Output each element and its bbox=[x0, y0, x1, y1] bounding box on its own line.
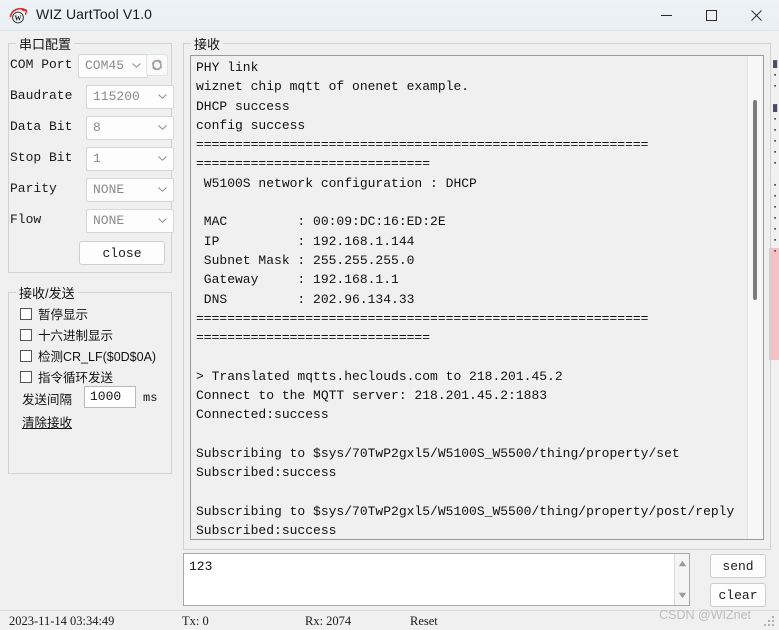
triangle-down-icon[interactable] bbox=[678, 591, 687, 600]
checkbox-label: 指令循环发送 bbox=[38, 367, 113, 386]
status-reset-button[interactable]: Reset bbox=[410, 614, 438, 629]
checkbox-detect-crlf[interactable]: 检测CR_LF($0D$0A) bbox=[20, 346, 156, 365]
baudrate-value: 115200 bbox=[93, 89, 140, 104]
serial-config-title: 串口配置 bbox=[16, 34, 74, 53]
stop-bit-value: 1 bbox=[93, 151, 101, 166]
baudrate-label: Baudrate bbox=[10, 88, 72, 103]
send-scrollbar[interactable] bbox=[674, 554, 689, 605]
status-rx-count: Rx: 2074 bbox=[305, 614, 351, 629]
receive-textarea[interactable]: PHY link wiznet chip mqtt of onenet exam… bbox=[190, 55, 764, 540]
send-input-value: 123 bbox=[189, 559, 212, 574]
receive-group-title: 接收 bbox=[191, 34, 223, 53]
status-datetime: 2023-11-14 03:34:49 bbox=[9, 614, 114, 629]
send-interval-input[interactable]: 1000 bbox=[84, 386, 136, 408]
window-title: WIZ UartTool V1.0 bbox=[36, 6, 152, 22]
resize-grip[interactable] bbox=[764, 616, 775, 627]
parity-label: Parity bbox=[10, 181, 57, 196]
baudrate-select[interactable]: 115200 bbox=[86, 85, 174, 109]
stop-bit-row: Stop Bit 1 bbox=[10, 147, 170, 171]
checkbox-hex-display[interactable]: 十六进制显示 bbox=[20, 325, 113, 344]
refresh-icon bbox=[150, 58, 164, 72]
baudrate-row: Baudrate 115200 bbox=[10, 85, 170, 109]
close-port-button[interactable]: close bbox=[79, 241, 165, 265]
receive-scrollbar[interactable] bbox=[747, 56, 763, 539]
checkbox-pause-display[interactable]: 暂停显示 bbox=[20, 304, 88, 323]
chevron-down-icon bbox=[132, 63, 141, 68]
checkbox-label: 十六进制显示 bbox=[38, 325, 113, 344]
data-bit-value: 8 bbox=[93, 120, 101, 135]
checkbox-loop-send[interactable]: 指令循环发送 bbox=[20, 367, 113, 386]
parity-row: Parity NONE bbox=[10, 178, 170, 202]
chevron-down-icon bbox=[158, 218, 167, 223]
refresh-ports-button[interactable] bbox=[146, 54, 168, 76]
flow-value: NONE bbox=[93, 213, 124, 228]
data-bit-label: Data Bit bbox=[10, 119, 72, 134]
send-textarea[interactable]: 123 bbox=[183, 553, 690, 606]
wiznet-logo-icon: W bbox=[8, 5, 30, 27]
send-interval-unit: ms bbox=[143, 391, 157, 405]
rxtx-options-title: 接收/发送 bbox=[16, 283, 78, 302]
parity-value: NONE bbox=[93, 182, 124, 197]
send-interval-label: 发送间隔 bbox=[22, 389, 72, 408]
parity-select[interactable]: NONE bbox=[86, 178, 174, 202]
title-bar: W WIZ UartTool V1.0 bbox=[0, 0, 779, 31]
checkbox-box[interactable] bbox=[20, 308, 32, 320]
checkbox-label: 暂停显示 bbox=[38, 304, 88, 323]
receive-log-text: PHY link wiznet chip mqtt of onenet exam… bbox=[191, 58, 746, 539]
chevron-down-icon bbox=[158, 156, 167, 161]
triangle-up-icon[interactable] bbox=[678, 559, 687, 568]
flow-select[interactable]: NONE bbox=[86, 209, 174, 233]
com-port-select[interactable]: COM45 bbox=[78, 54, 148, 78]
chevron-down-icon bbox=[158, 94, 167, 99]
flow-label: Flow bbox=[10, 212, 41, 227]
chevron-down-icon bbox=[158, 187, 167, 192]
app-window: █ ▪ ▪ █ ▪ ▪ ▪ ▪ ▪ ▪ ▪ ▪ ▪ ▪ ▪ ▪ W WIZ Ua… bbox=[0, 0, 779, 630]
stop-bit-select[interactable]: 1 bbox=[86, 147, 174, 171]
receive-scrollbar-thumb[interactable] bbox=[753, 100, 757, 300]
checkbox-box[interactable] bbox=[20, 371, 32, 383]
svg-text:W: W bbox=[15, 15, 22, 23]
watermark-text: CSDN @WIZnet bbox=[659, 608, 751, 622]
maximize-button[interactable] bbox=[689, 0, 734, 31]
minimize-button[interactable] bbox=[644, 0, 689, 31]
data-bit-select[interactable]: 8 bbox=[86, 116, 174, 140]
checkbox-label: 检测CR_LF($0D$0A) bbox=[38, 346, 156, 365]
checkbox-box[interactable] bbox=[20, 350, 32, 362]
checkbox-box[interactable] bbox=[20, 329, 32, 341]
send-interval-value: 1000 bbox=[90, 389, 121, 404]
status-tx-count: Tx: 0 bbox=[182, 614, 209, 629]
background-text-fragments: █ ▪ ▪ █ ▪ ▪ ▪ ▪ ▪ ▪ ▪ ▪ ▪ ▪ ▪ ▪ bbox=[773, 60, 779, 600]
clear-button[interactable]: clear bbox=[710, 583, 766, 607]
stop-bit-label: Stop Bit bbox=[10, 150, 72, 165]
close-window-button[interactable] bbox=[734, 0, 779, 31]
send-button[interactable]: send bbox=[710, 554, 766, 578]
data-bit-row: Data Bit 8 bbox=[10, 116, 170, 140]
clear-receive-link[interactable]: 清除接收 bbox=[22, 412, 72, 431]
com-port-label: COM Port bbox=[10, 57, 72, 72]
chevron-down-icon bbox=[158, 125, 167, 130]
flow-row: Flow NONE bbox=[10, 209, 170, 233]
com-port-value: COM45 bbox=[85, 58, 124, 73]
